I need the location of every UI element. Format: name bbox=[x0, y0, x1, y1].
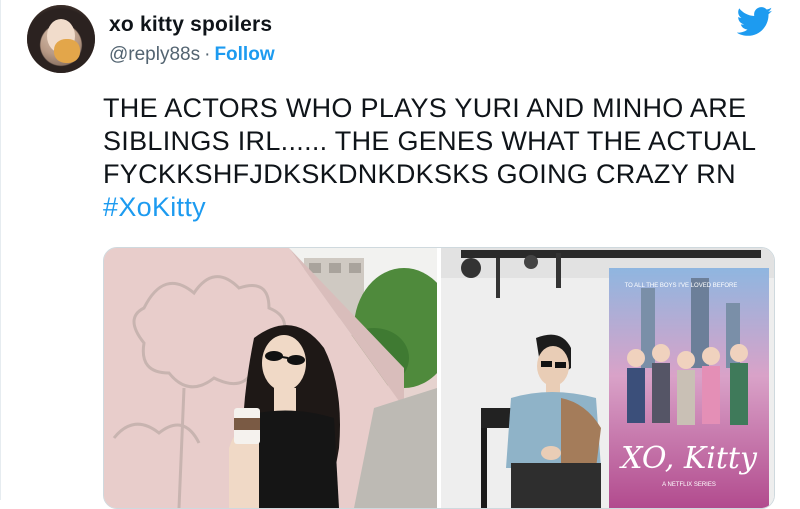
twitter-bird-icon[interactable] bbox=[737, 7, 773, 37]
author-handle[interactable]: @reply88s bbox=[109, 44, 200, 65]
tweet-text-line: FYCKKSHFJDKSKDNKDKSKS GOING CRAZY RN bbox=[103, 159, 736, 189]
poster-tagline: TO ALL THE BOYS I'VE LOVED BEFORE bbox=[625, 283, 738, 289]
tweet-media-grid: TO ALL THE BOYS I'VE LOVED BEFORE XO, Ki… bbox=[103, 247, 775, 509]
tweet-text: THE ACTORS WHO PLAYS YURI AND MINHO ARE … bbox=[103, 92, 793, 224]
media-photo-left[interactable] bbox=[104, 248, 437, 508]
handle-separator: · bbox=[204, 44, 211, 65]
poster-title: XO, Kitty bbox=[619, 441, 758, 476]
follow-button[interactable]: Follow bbox=[214, 44, 274, 65]
left-photo-illustration bbox=[104, 248, 437, 508]
tweet-text-line: THE ACTORS WHO PLAYS YURI AND MINHO ARE bbox=[103, 93, 747, 123]
avatar-cup bbox=[54, 39, 80, 63]
hashtag-link[interactable]: #XoKitty bbox=[103, 192, 206, 222]
right-photo-illustration: TO ALL THE BOYS I'VE LOVED BEFORE XO, Ki… bbox=[441, 248, 774, 508]
author-display-name[interactable]: xo kitty spoilers bbox=[109, 13, 272, 37]
author-avatar[interactable] bbox=[27, 5, 95, 73]
tweet-text-line: SIBLINGS IRL...... THE GENES WHAT THE AC… bbox=[103, 126, 757, 156]
poster-subtitle: A NETFLIX SERIES bbox=[662, 482, 716, 488]
author-handle-row: @reply88s · Follow bbox=[109, 44, 275, 66]
tweet-card: xo kitty spoilers @reply88s · Follow THE A… bbox=[0, 0, 800, 509]
media-photo-right[interactable]: TO ALL THE BOYS I'VE LOVED BEFORE XO, Ki… bbox=[441, 248, 774, 508]
